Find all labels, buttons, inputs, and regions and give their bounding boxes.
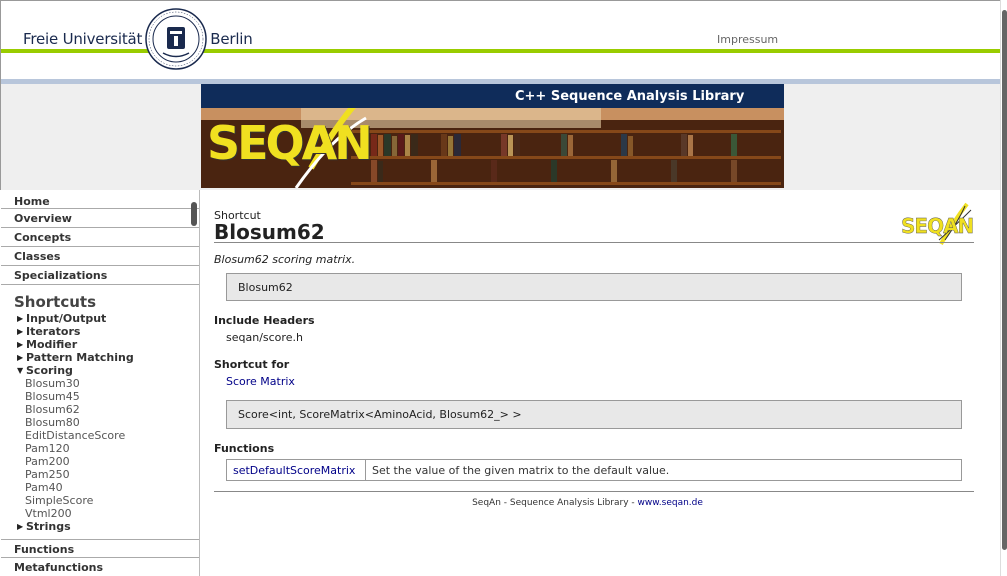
tree-item-scoring[interactable]: ▼ Scoring bbox=[1, 364, 199, 377]
sub-item-blosum30[interactable]: Blosum30 bbox=[1, 377, 199, 390]
page-title: Blosum62 bbox=[214, 220, 325, 244]
sub-item-simplescore[interactable]: SimpleScore bbox=[1, 494, 199, 507]
triangle-right-icon: ▶ bbox=[17, 522, 24, 531]
tree-item-label: Iterators bbox=[26, 325, 81, 338]
sub-item-blosum62[interactable]: Blosum62 bbox=[1, 403, 199, 416]
title-divider bbox=[214, 242, 974, 243]
entry-brief: Blosum62 scoring matrix. bbox=[214, 253, 356, 266]
library-bookshelf-image: SEQAN bbox=[201, 108, 784, 188]
tree-item-label: Scoring bbox=[26, 364, 73, 377]
fu-logo-text-left: Freie Universität bbox=[23, 30, 143, 48]
tree-item-label: Pattern Matching bbox=[26, 351, 134, 364]
seqan-logo-icon: SEQAN bbox=[901, 202, 974, 245]
banner-title: C++ Sequence Analysis Library bbox=[201, 84, 784, 108]
tree-item-input-output[interactable]: ▶ Input/Output bbox=[1, 312, 199, 325]
tree-item-label: Modifier bbox=[26, 338, 78, 351]
sidebar-item-functions[interactable]: Functions bbox=[1, 539, 199, 558]
functions-heading: Functions bbox=[214, 442, 275, 455]
footer-text: SeqAn - Sequence Analysis Library - bbox=[472, 498, 638, 508]
tree-item-iterators[interactable]: ▶ Iterators bbox=[1, 325, 199, 338]
tree-item-modifier[interactable]: ▶ Modifier bbox=[1, 338, 199, 351]
sub-item-pam250[interactable]: Pam250 bbox=[1, 468, 199, 481]
seqan-logo: SEQAN bbox=[901, 200, 974, 246]
seqan-banner-logo-text: SEQAN bbox=[207, 116, 373, 170]
tree-item-strings[interactable]: ▶ Strings bbox=[1, 520, 199, 533]
window-scrollbar[interactable] bbox=[1000, 0, 1007, 576]
impressum-link[interactable]: Impressum bbox=[717, 33, 778, 46]
triangle-right-icon: ▶ bbox=[17, 340, 24, 349]
signature-box: Blosum62 bbox=[226, 273, 962, 301]
include-header-value: seqan/score.h bbox=[226, 331, 303, 344]
tree-item-pattern-matching[interactable]: ▶ Pattern Matching bbox=[1, 351, 199, 364]
include-headers-heading: Include Headers bbox=[214, 314, 315, 327]
sidebar-item-specializations[interactable]: Specializations bbox=[1, 266, 199, 285]
sidebar-scrollbar[interactable] bbox=[191, 202, 197, 226]
sidebar-item-metafunctions[interactable]: Metafunctions bbox=[1, 558, 199, 576]
triangle-right-icon: ▶ bbox=[17, 327, 24, 336]
tree-item-label: Strings bbox=[26, 520, 71, 533]
sidebar-item-classes[interactable]: Classes bbox=[1, 247, 199, 266]
sub-item-vtml200[interactable]: Vtml200 bbox=[1, 507, 199, 520]
triangle-right-icon: ▶ bbox=[17, 314, 24, 323]
triangle-right-icon: ▶ bbox=[17, 353, 24, 362]
fu-seal-icon bbox=[145, 8, 207, 70]
function-link-setdefaultscorematrix[interactable]: setDefaultScoreMatrix bbox=[227, 460, 366, 480]
footer-seqan-link[interactable]: www.seqan.de bbox=[638, 498, 703, 508]
sidebar-heading-shortcuts: Shortcuts bbox=[14, 293, 97, 311]
definition-box: Score<int, ScoreMatrix<AminoAcid, Blosum… bbox=[226, 400, 962, 429]
triangle-down-icon: ▼ bbox=[17, 366, 24, 375]
sub-item-pam120[interactable]: Pam120 bbox=[1, 442, 199, 455]
seqan-logo-text: SEQAN bbox=[901, 214, 973, 238]
sub-item-pam200[interactable]: Pam200 bbox=[1, 455, 199, 468]
sub-item-editdistancescore[interactable]: EditDistanceScore bbox=[1, 429, 199, 442]
sub-item-blosum80[interactable]: Blosum80 bbox=[1, 416, 199, 429]
seqan-banner: C++ Sequence Analysis Library SEQAN bbox=[201, 84, 784, 188]
sidebar-bottom-group: Functions Metafunctions bbox=[1, 539, 199, 576]
fu-berlin-logo[interactable]: Freie Universität Berlin bbox=[23, 8, 253, 70]
sidebar-item-home[interactable]: Home bbox=[1, 192, 199, 209]
main-content: Shortcut Blosum62 SEQAN Blosum62 scoring… bbox=[201, 190, 1000, 576]
sidebar-item-concepts[interactable]: Concepts bbox=[1, 228, 199, 247]
page-footer: SeqAn - Sequence Analysis Library - www.… bbox=[201, 498, 974, 508]
tree-item-label: Input/Output bbox=[26, 312, 107, 325]
score-matrix-link[interactable]: Score Matrix bbox=[226, 375, 295, 388]
window-scrollbar-thumb[interactable] bbox=[1002, 10, 1007, 550]
sub-item-pam40[interactable]: Pam40 bbox=[1, 481, 199, 494]
sidebar-item-overview[interactable]: Overview bbox=[1, 209, 199, 228]
fu-logo-text-right: Berlin bbox=[210, 30, 253, 48]
shortcut-for-heading: Shortcut for bbox=[214, 358, 290, 371]
footer-divider bbox=[214, 491, 974, 492]
sidebar-nav: Home Overview Concepts Classes Specializ… bbox=[1, 190, 200, 576]
function-description: Set the value of the given matrix to the… bbox=[372, 463, 670, 477]
sub-item-blosum45[interactable]: Blosum45 bbox=[1, 390, 199, 403]
site-header: Freie Universität Berlin Impressum bbox=[0, 0, 1007, 85]
functions-table-row: setDefaultScoreMatrix Set the value of t… bbox=[226, 459, 962, 481]
